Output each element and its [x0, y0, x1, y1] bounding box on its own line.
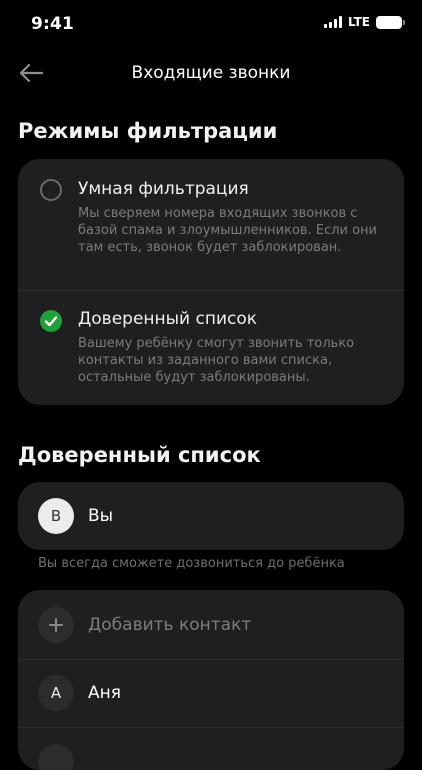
filter-modes-card: Умная фильтрация Мы сверяем номера входя…	[18, 159, 404, 405]
filter-modes-heading: Режимы фильтрации	[18, 119, 278, 143]
avatar	[38, 744, 74, 770]
status-indicators: LTE	[323, 15, 405, 29]
contact-row[interactable]: А Аня	[18, 660, 404, 727]
self-contact-hint: Вы всегда сможете дозвониться до ребёнка	[38, 556, 345, 571]
option-trusted-list[interactable]: Доверенный список Вашему ребёнку смогут …	[18, 291, 404, 405]
contact-name: Аня	[88, 683, 121, 703]
option-title: Доверенный список	[78, 309, 258, 329]
option-description: Мы сверяем номера входящих звонков с баз…	[78, 206, 378, 255]
option-description: Вашему ребёнку смогут звонить только кон…	[78, 336, 355, 385]
add-contact-button[interactable]: Добавить контакт	[18, 590, 404, 659]
radio-unchecked-icon[interactable]	[40, 179, 62, 201]
checkmark-icon	[44, 316, 58, 327]
avatar: А	[38, 675, 74, 711]
network-label: LTE	[347, 15, 370, 29]
trusted-list-heading: Доверенный список	[18, 443, 261, 467]
contact-name: Вы	[88, 506, 114, 526]
contact-row-partial[interactable]	[18, 728, 404, 770]
avatar: В	[38, 498, 74, 534]
add-contact-label: Добавить контакт	[88, 615, 252, 635]
option-title: Умная фильтрация	[78, 179, 249, 199]
radio-checked-icon[interactable]	[40, 310, 62, 332]
signal-icon	[323, 16, 342, 28]
status-time: 9:41	[31, 14, 75, 34]
self-contact-card: В Вы	[18, 482, 404, 550]
battery-icon	[376, 15, 405, 29]
plus-icon	[38, 607, 74, 643]
option-smart-filter[interactable]: Умная фильтрация Мы сверяем номера входя…	[18, 159, 404, 290]
page-title: Входящие звонки	[131, 63, 291, 83]
contacts-card: Добавить контакт А Аня	[18, 590, 404, 770]
